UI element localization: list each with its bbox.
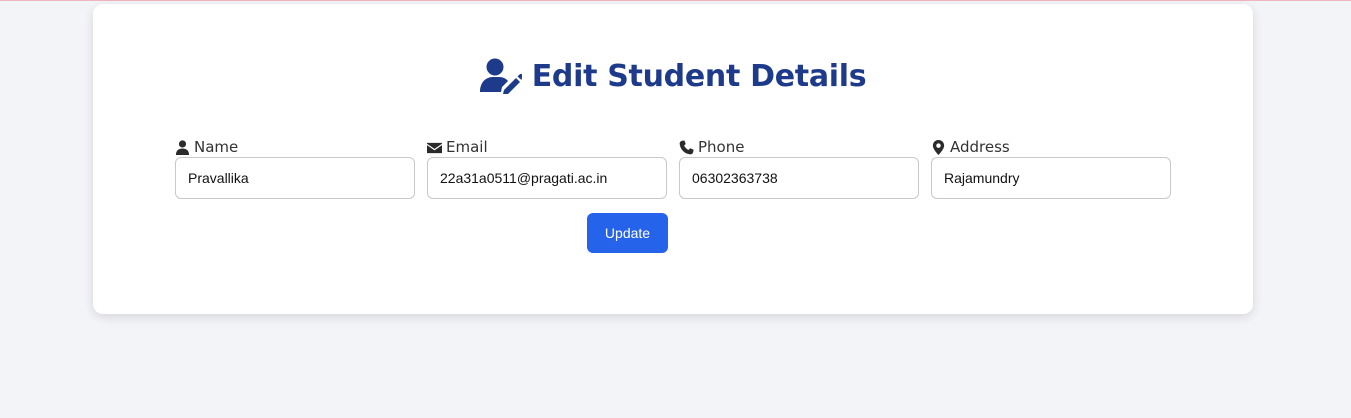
phone-label: Phone: [679, 137, 919, 157]
email-input[interactable]: [427, 157, 667, 199]
address-label-text: Address: [950, 138, 1010, 156]
edit-student-card: Edit Student Details Name Email Phone: [93, 4, 1253, 314]
update-button[interactable]: Update: [587, 213, 668, 253]
user-edit-icon: [479, 58, 522, 94]
address-label: Address: [931, 137, 1171, 157]
phone-icon: [679, 139, 694, 154]
name-input[interactable]: [175, 157, 415, 199]
phone-input[interactable]: [679, 157, 919, 199]
page-title: Edit Student Details: [93, 58, 1253, 94]
phone-field-group: Phone: [679, 137, 919, 199]
email-field-group: Email: [427, 137, 667, 199]
address-input[interactable]: [931, 157, 1171, 199]
name-label: Name: [175, 137, 415, 157]
user-icon: [175, 139, 190, 155]
name-label-text: Name: [194, 138, 239, 156]
phone-label-text: Phone: [698, 138, 745, 156]
map-pin-icon: [932, 139, 945, 155]
name-field-group: Name: [175, 137, 415, 199]
page-title-text: Edit Student Details: [531, 58, 867, 94]
email-label-text: Email: [446, 138, 488, 156]
address-field-group: Address: [931, 137, 1171, 199]
envelope-icon: [427, 142, 442, 153]
email-label: Email: [427, 137, 667, 157]
